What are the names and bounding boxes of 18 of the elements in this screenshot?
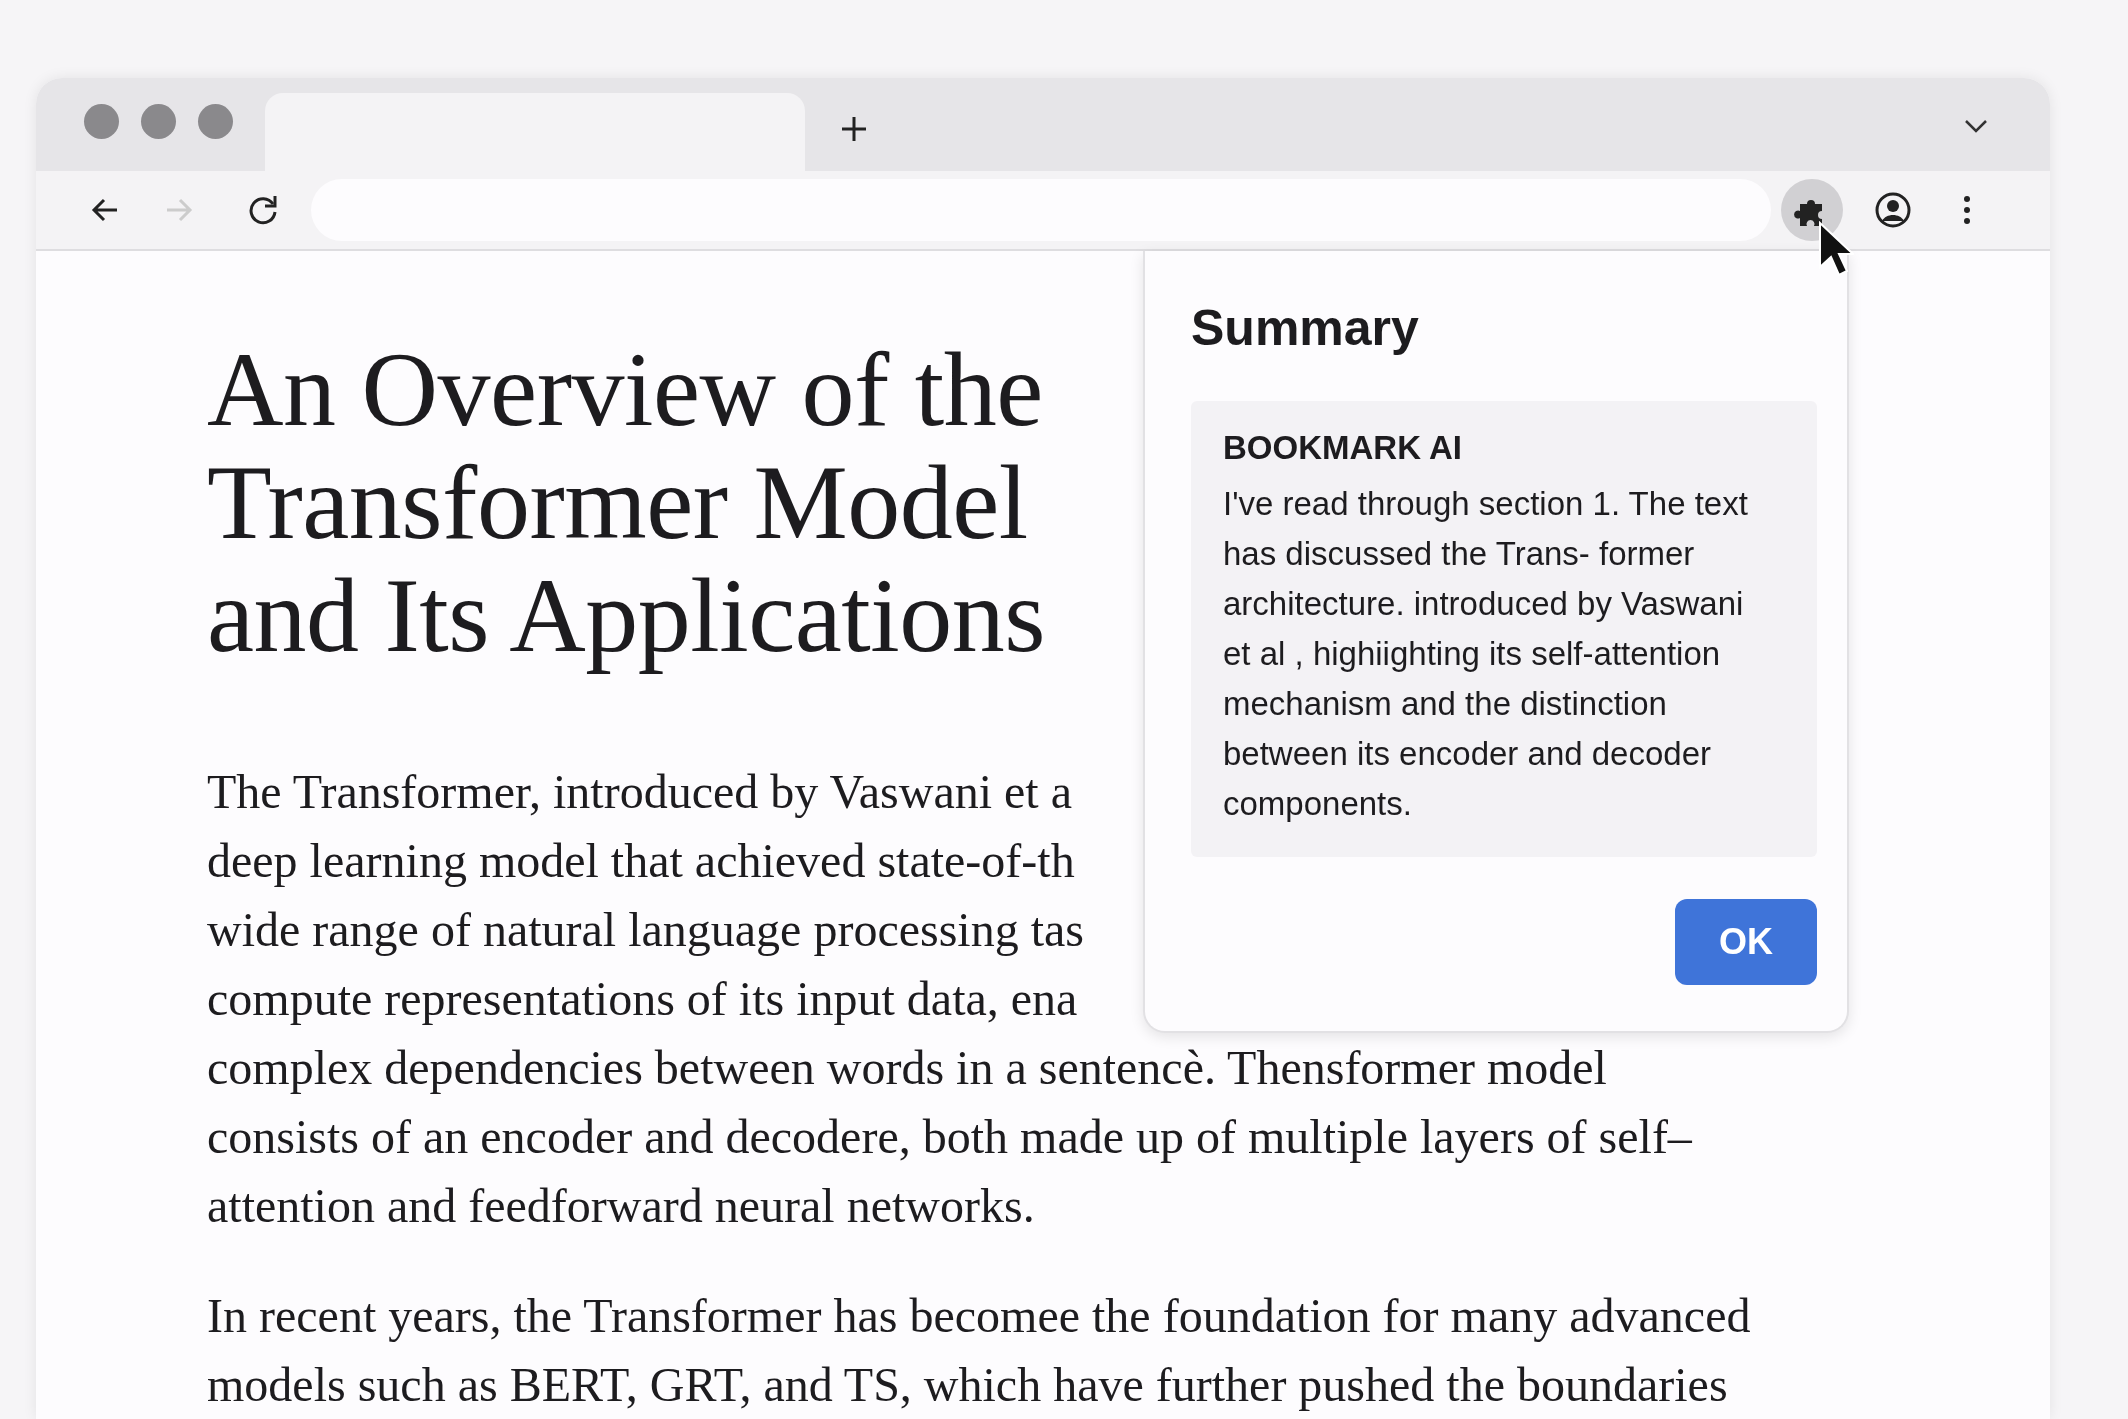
- source-label: BOOKMARK AI: [1223, 429, 1463, 467]
- summary-text: I've read through section 1. The text has discussed the Trans- former architecture. introduced by Vaswani et al , highiighting its self-attention mechanism and the distinction between its encoder and decoder components.: [1223, 484, 1749, 824]
- window-control-icon[interactable]: [198, 104, 233, 140]
- chevron-down-icon[interactable]: [1964, 119, 1988, 134]
- paragraph-line: In recent years, the Transformer has becomee the foundation for many advanced: [207, 1288, 1751, 1344]
- paragraph-line: deep learning model that achieved state-of-th: [207, 833, 1075, 889]
- paragraph-line: consists of an encoder and decodere, both made up of multiple layers of self–: [207, 1109, 1692, 1165]
- ok-button[interactable]: OK: [1675, 899, 1817, 985]
- paragraph-line: wide range of natural language processing tas: [207, 902, 1084, 958]
- paragraph-line: compute representations of its input data, ena: [207, 971, 1078, 1027]
- window-control-icon[interactable]: [84, 104, 119, 140]
- window-control-icon[interactable]: [141, 104, 176, 140]
- popup-title: Summary: [1191, 299, 1420, 357]
- paragraph-line: models such as BERT, GRT, and TS, which have further pushed the boundaries: [207, 1357, 1728, 1413]
- article-title: An Overview of the Transformer Model and Its Applications: [207, 333, 1045, 672]
- paragraph-line: The Transformer, introduced by Vaswani et a: [207, 764, 1072, 820]
- paragraph-line: attention and feedforward neural networks.: [207, 1178, 1035, 1234]
- paragraph-line: complex dependencies between words in a sentencè. Thensformer model: [207, 1040, 1607, 1096]
